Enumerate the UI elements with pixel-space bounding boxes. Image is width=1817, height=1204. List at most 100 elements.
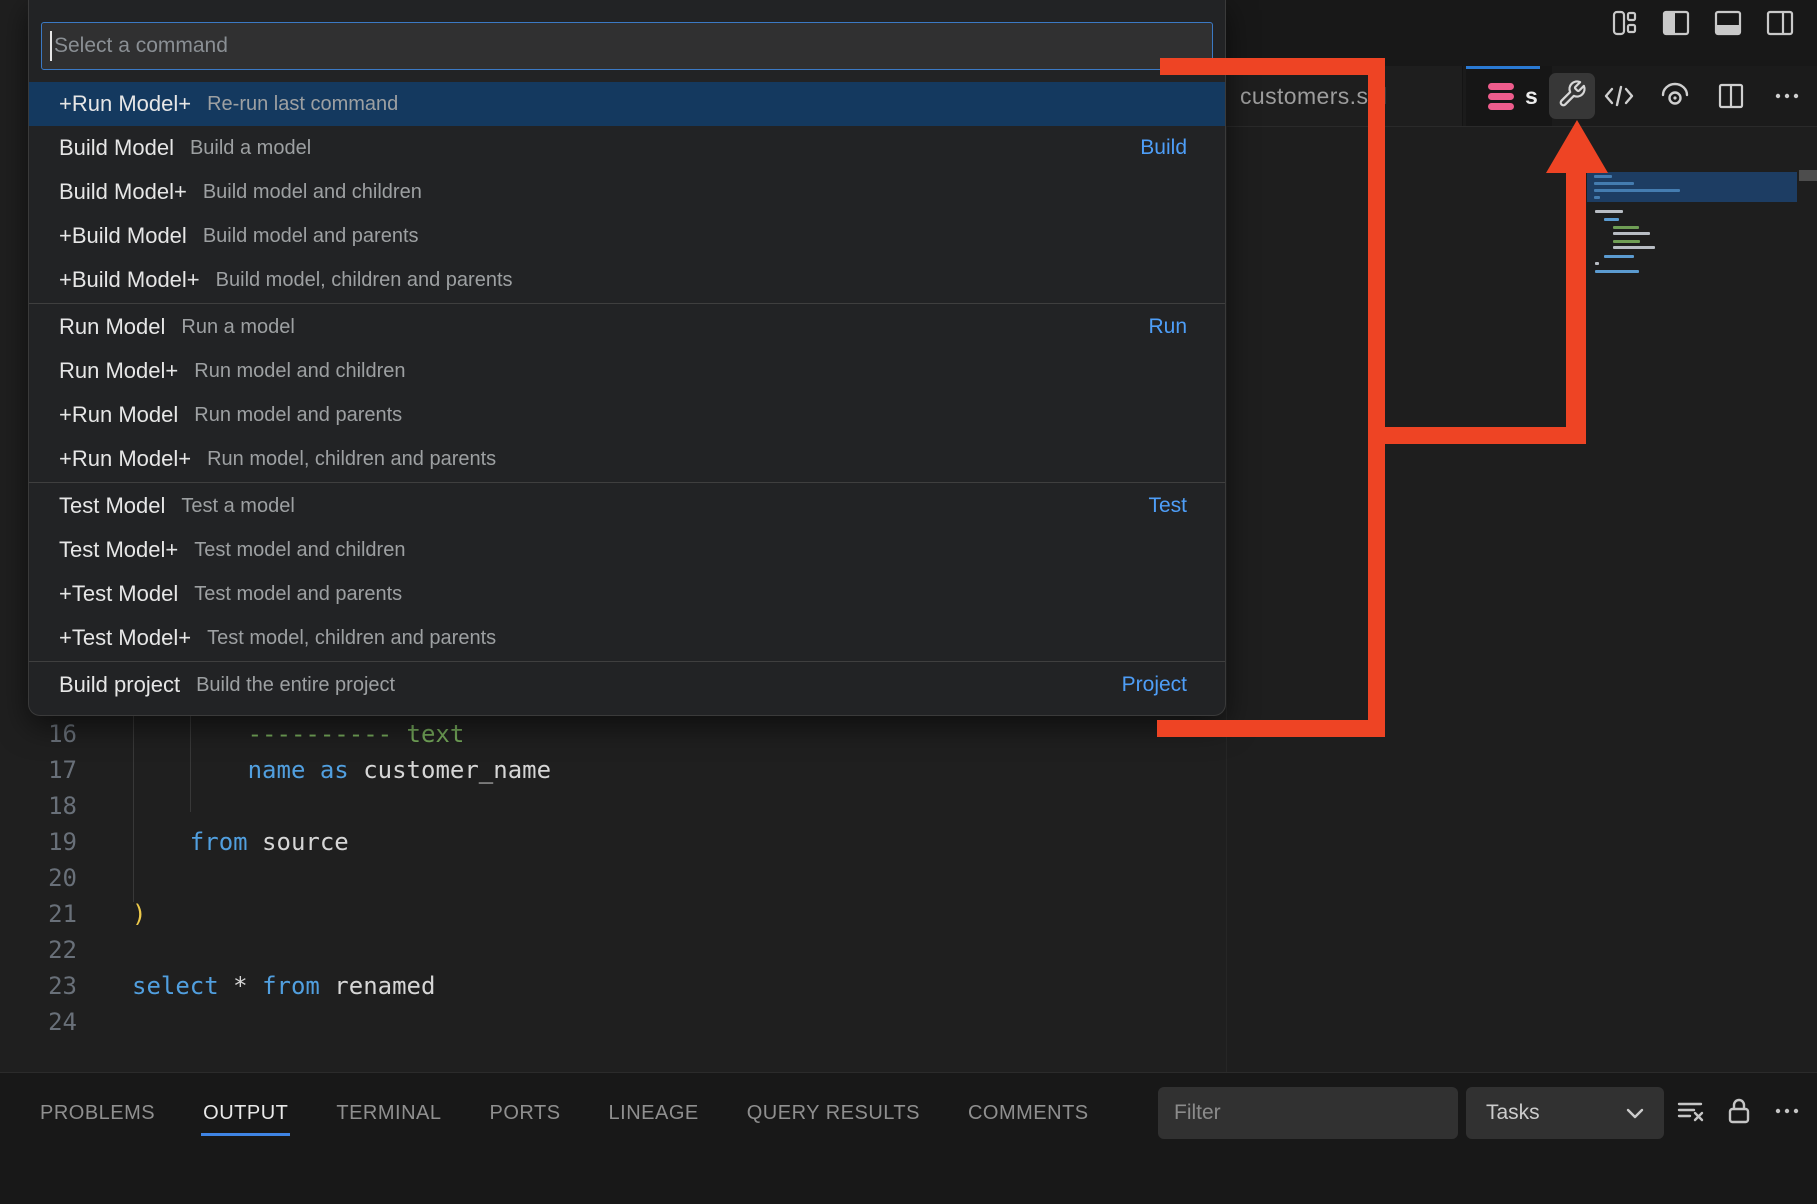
code-token: select bbox=[132, 972, 219, 1000]
toggle-panel-icon[interactable] bbox=[1713, 8, 1743, 38]
minimap-line bbox=[1595, 270, 1639, 273]
panel-more-actions-icon[interactable] bbox=[1772, 1096, 1802, 1131]
panel-tab-comments[interactable]: COMMENTS bbox=[968, 1087, 1089, 1139]
indent-guide bbox=[190, 716, 191, 812]
command-item-desc: Test a model bbox=[181, 495, 294, 518]
code-token: name bbox=[248, 756, 306, 784]
command-item-label: +Run Model+ bbox=[59, 446, 191, 472]
toggle-secondary-sidebar-icon[interactable] bbox=[1765, 8, 1795, 38]
command-item-desc: Run model and children bbox=[194, 360, 405, 383]
minimap-line bbox=[1613, 240, 1640, 243]
command-item[interactable]: +Build ModelBuild model and parents bbox=[29, 214, 1225, 258]
code-token: * bbox=[219, 972, 262, 1000]
command-item[interactable]: Build ModelBuild a modelBuild bbox=[29, 126, 1225, 170]
minimap[interactable] bbox=[1587, 170, 1797, 274]
command-list-separator bbox=[29, 303, 1225, 304]
code-line: 24 bbox=[0, 1004, 1226, 1040]
command-item[interactable]: Clean projectRun `dbt clean` bbox=[29, 707, 1225, 716]
command-item-label: Run Model bbox=[59, 314, 165, 340]
tab-active-label: s bbox=[1525, 83, 1538, 110]
command-input[interactable] bbox=[52, 34, 1212, 58]
code-line: 17 name as customer_name bbox=[0, 752, 1226, 788]
minimap-line bbox=[1595, 262, 1599, 265]
code-text: from source bbox=[132, 824, 349, 860]
annotation-line-branch bbox=[1376, 427, 1586, 444]
line-number: 22 bbox=[0, 932, 77, 968]
command-item[interactable]: +Test Model+Test model, children and par… bbox=[29, 616, 1225, 660]
split-editor-icon[interactable] bbox=[1714, 79, 1748, 113]
panel-tab-ports[interactable]: PORTS bbox=[490, 1087, 561, 1139]
command-item-desc: Re-run last command bbox=[207, 93, 398, 116]
chevron-down-icon bbox=[1622, 1100, 1648, 1126]
dbt-commands-button[interactable] bbox=[1549, 73, 1595, 119]
command-item[interactable]: Build Model+ Build model and children bbox=[29, 170, 1225, 214]
command-item[interactable]: +Build Model+Build model, children and p… bbox=[29, 258, 1225, 302]
command-item[interactable]: +Test ModelTest model and parents bbox=[29, 572, 1225, 616]
command-item-label: +Run Model bbox=[59, 402, 178, 428]
line-number: 20 bbox=[0, 860, 77, 896]
command-item-label: +Run Model+ bbox=[59, 91, 191, 117]
command-item-category: Build bbox=[1140, 136, 1187, 160]
code-token: as bbox=[320, 756, 349, 784]
command-item[interactable]: +Run Model+ Re-run last command bbox=[29, 82, 1225, 126]
line-number: 16 bbox=[0, 716, 77, 752]
tasks-dropdown[interactable]: Tasks bbox=[1466, 1087, 1664, 1139]
vscode-window: 16 ---------- text17 name as customer_na… bbox=[0, 0, 1817, 1204]
command-item-label: Build Model+ bbox=[59, 179, 187, 205]
annotation-arrow-shaft bbox=[1566, 170, 1586, 436]
annotation-line-top bbox=[1160, 58, 1385, 75]
customize-layout-icon[interactable] bbox=[1609, 8, 1639, 38]
minimap-line bbox=[1613, 226, 1639, 229]
clear-output-icon[interactable] bbox=[1674, 1096, 1706, 1131]
command-item-desc: Test model and children bbox=[194, 539, 405, 562]
minimap-line bbox=[1604, 255, 1634, 258]
command-item-label: Build project bbox=[59, 672, 180, 698]
command-item-desc: Build model and children bbox=[203, 181, 422, 204]
code-text: name as customer_name bbox=[132, 752, 551, 788]
tab-customers-sql[interactable]: customers.sql bbox=[1226, 66, 1463, 126]
filter-input[interactable] bbox=[1172, 1100, 1436, 1126]
panel-tab-output[interactable]: OUTPUT bbox=[203, 1087, 288, 1139]
minimap-selected-line bbox=[1594, 189, 1680, 192]
toggle-primary-sidebar-icon[interactable] bbox=[1661, 8, 1691, 38]
command-item[interactable]: Build projectBuild the entire projectPro… bbox=[29, 663, 1225, 707]
code-text: ) bbox=[132, 896, 146, 932]
code-line: 16 ---------- text bbox=[0, 716, 1226, 752]
code-text: select * from renamed bbox=[132, 968, 435, 1004]
minimap-selected-line bbox=[1594, 182, 1634, 185]
panel-tab-problems[interactable]: PROBLEMS bbox=[40, 1087, 155, 1139]
more-actions-icon[interactable] bbox=[1770, 79, 1804, 113]
minimap-selected-line bbox=[1594, 196, 1600, 199]
minimap-selected-line bbox=[1594, 175, 1612, 178]
filter-box bbox=[1158, 1087, 1458, 1139]
lock-icon[interactable] bbox=[1724, 1096, 1754, 1131]
minimap-scrollbar[interactable] bbox=[1799, 170, 1817, 181]
bottom-panel: PROBLEMS OUTPUT TERMINAL PORTS LINEAGE QUERY … bbox=[0, 1072, 1817, 1204]
command-item-desc: Build model, children and parents bbox=[216, 269, 513, 292]
command-item-category: Test bbox=[1148, 494, 1187, 518]
panel-tab-lineage[interactable]: LINEAGE bbox=[609, 1087, 699, 1139]
compiled-code-icon[interactable] bbox=[1602, 79, 1636, 113]
code-area[interactable]: 16 ---------- text17 name as customer_na… bbox=[0, 716, 1226, 1040]
line-number: 17 bbox=[0, 752, 77, 788]
command-item[interactable]: Run Model+Run model and children bbox=[29, 349, 1225, 393]
tasks-dropdown-label: Tasks bbox=[1486, 1101, 1540, 1125]
command-item[interactable]: Run ModelRun a modelRun bbox=[29, 305, 1225, 349]
code-token: from bbox=[262, 972, 320, 1000]
tab-active-sql-file[interactable]: s bbox=[1466, 66, 1552, 126]
minimap-selection bbox=[1587, 172, 1797, 202]
panel-tab-terminal[interactable]: TERMINAL bbox=[336, 1087, 441, 1139]
code-token: ) bbox=[132, 900, 146, 928]
command-item[interactable]: +Run Model+Run model, children and paren… bbox=[29, 437, 1225, 481]
command-item[interactable]: Test Model+Test model and children bbox=[29, 528, 1225, 572]
command-input-box[interactable] bbox=[41, 22, 1213, 70]
open-preview-icon[interactable] bbox=[1658, 79, 1692, 113]
command-item-category: Project bbox=[1122, 673, 1187, 697]
database-icon bbox=[1488, 83, 1514, 110]
code-token: customer_name bbox=[349, 756, 551, 784]
panel-tab-query-results[interactable]: QUERY RESULTS bbox=[747, 1087, 920, 1139]
line-number: 21 bbox=[0, 896, 77, 932]
command-item[interactable]: +Run ModelRun model and parents bbox=[29, 393, 1225, 437]
command-item[interactable]: Test ModelTest a modelTest bbox=[29, 484, 1225, 528]
wrench-icon bbox=[1557, 79, 1587, 114]
